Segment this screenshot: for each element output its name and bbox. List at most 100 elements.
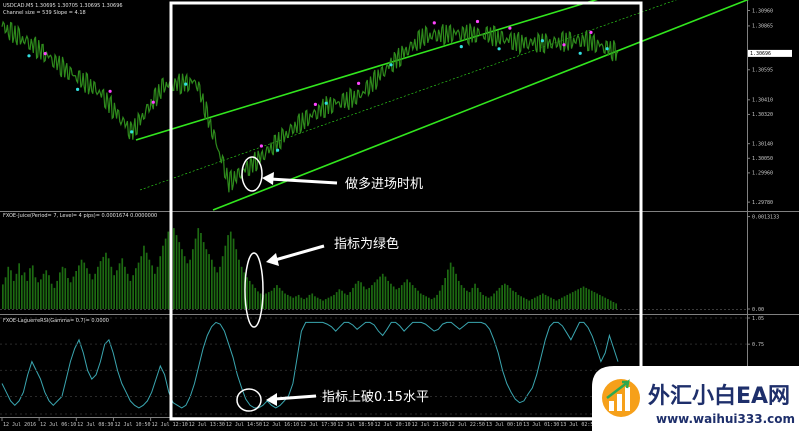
juice-bar <box>555 300 558 309</box>
juice-bar <box>137 262 140 309</box>
juice-bar <box>116 270 118 309</box>
juice-bar <box>599 294 601 309</box>
time-tick-label: 12 Jul 16:10 <box>263 422 299 428</box>
juice-bar <box>259 293 262 309</box>
juice-bar <box>105 252 107 309</box>
time-tick-label: 12 Jul 17:30 <box>300 422 336 428</box>
break-annotation: 指标上破0.15水平 <box>322 390 429 405</box>
juice-bar <box>569 293 571 309</box>
juice-bar <box>219 266 221 309</box>
juice-bar <box>360 282 362 309</box>
time-tick-label: 12 Jul 20:10 <box>375 422 411 428</box>
juice-bar <box>10 270 12 309</box>
time-tick-label: 13 Jul 01:30 <box>523 422 559 428</box>
juice-bar <box>78 265 80 309</box>
trading-chart: 1.309601.308651.306901.305951.304101.303… <box>0 0 799 431</box>
juice-bar <box>151 265 153 309</box>
juice-bar <box>327 297 330 309</box>
juice-bar <box>493 293 495 309</box>
price-tick-label: 1.29960 <box>752 171 773 177</box>
juice-bar <box>126 273 129 309</box>
juice-header: FXOE-Juice(Period= 7, Level= 4 pips)= 0.… <box>3 213 157 219</box>
juice-bar <box>61 266 64 309</box>
juice-bar <box>506 285 509 309</box>
time-tick-label: 13 Jul 02:50 <box>560 422 596 428</box>
juice-bar <box>528 300 531 309</box>
juice-bar <box>113 275 115 309</box>
juice-bar <box>305 297 308 309</box>
juice-bar <box>121 258 124 309</box>
down-signal-dot <box>459 45 463 49</box>
juice-bar <box>452 266 455 309</box>
juice-bar <box>406 279 408 309</box>
juice-bar <box>159 256 162 309</box>
up-signal-dot <box>357 81 361 85</box>
juice-bar <box>26 280 29 309</box>
juice-bar <box>281 290 284 309</box>
juice-bar <box>501 285 503 309</box>
juice-bar <box>107 258 110 309</box>
juice-bar <box>463 287 465 309</box>
juice-bar <box>509 287 512 309</box>
price-tick-label: 1.30050 <box>752 156 773 162</box>
juice-bar <box>67 278 69 309</box>
juice-bar <box>205 249 208 309</box>
juice-bar <box>284 293 286 309</box>
juice-bar <box>300 297 303 309</box>
juice-bar <box>571 292 574 309</box>
juice-bar <box>276 285 278 309</box>
juice-bar <box>425 296 427 309</box>
juice-bar <box>338 289 341 309</box>
juice-tick-label: 0.0013133 <box>752 214 779 220</box>
price-tick-label: 1.30865 <box>752 24 773 30</box>
watermark-brand: 外汇小白EA网 <box>648 383 790 409</box>
juice-bar <box>238 259 240 309</box>
juice-bar <box>216 272 219 309</box>
down-signal-dot <box>324 101 328 105</box>
juice-bar <box>474 283 476 309</box>
juice-bar <box>118 263 121 309</box>
juice-bar <box>34 277 37 309</box>
juice-bar <box>585 287 588 309</box>
up-signal-dot <box>259 144 263 148</box>
juice-bar <box>211 259 213 309</box>
juice-bar <box>2 284 4 309</box>
juice-bar <box>601 296 604 309</box>
juice-bar <box>379 276 381 309</box>
juice-bar <box>514 292 517 309</box>
juice-bar <box>213 266 216 309</box>
juice-bar <box>354 283 357 309</box>
down-signal-dot <box>276 148 280 152</box>
entry-annotation: 做多进场时机 <box>345 176 423 192</box>
juice-bar <box>341 290 343 309</box>
juice-bar <box>56 280 58 309</box>
juice-bar <box>156 266 159 309</box>
juice-bar <box>162 245 164 309</box>
juice-bar <box>37 282 39 309</box>
green-annotation: 指标为绿色 <box>334 236 399 252</box>
juice-bar <box>48 275 50 309</box>
juice-bar <box>485 296 487 309</box>
up-signal-dot <box>108 89 112 93</box>
laguerre-tick-label: 0.75 <box>752 342 764 348</box>
juice-bar <box>286 294 289 309</box>
juice-tick-label: 0.00 <box>752 307 764 313</box>
juice-bar <box>490 296 493 309</box>
juice-bar <box>428 297 430 309</box>
juice-bar <box>417 290 419 309</box>
down-signal-dot <box>497 47 501 51</box>
juice-bar <box>368 287 370 309</box>
juice-bar <box>561 297 563 309</box>
time-tick-label: 12 Jul 13:30 <box>189 422 225 428</box>
juice-bar <box>582 286 585 309</box>
juice-bar <box>398 287 400 309</box>
juice-bar <box>512 290 514 309</box>
juice-bar <box>124 266 126 309</box>
juice-bar <box>384 276 387 309</box>
down-signal-dot <box>27 54 31 58</box>
up-signal-dot <box>508 26 512 30</box>
juice-bar <box>319 299 322 309</box>
juice-bar <box>194 238 197 309</box>
up-signal-dot <box>475 19 480 24</box>
juice-bar <box>419 293 422 309</box>
